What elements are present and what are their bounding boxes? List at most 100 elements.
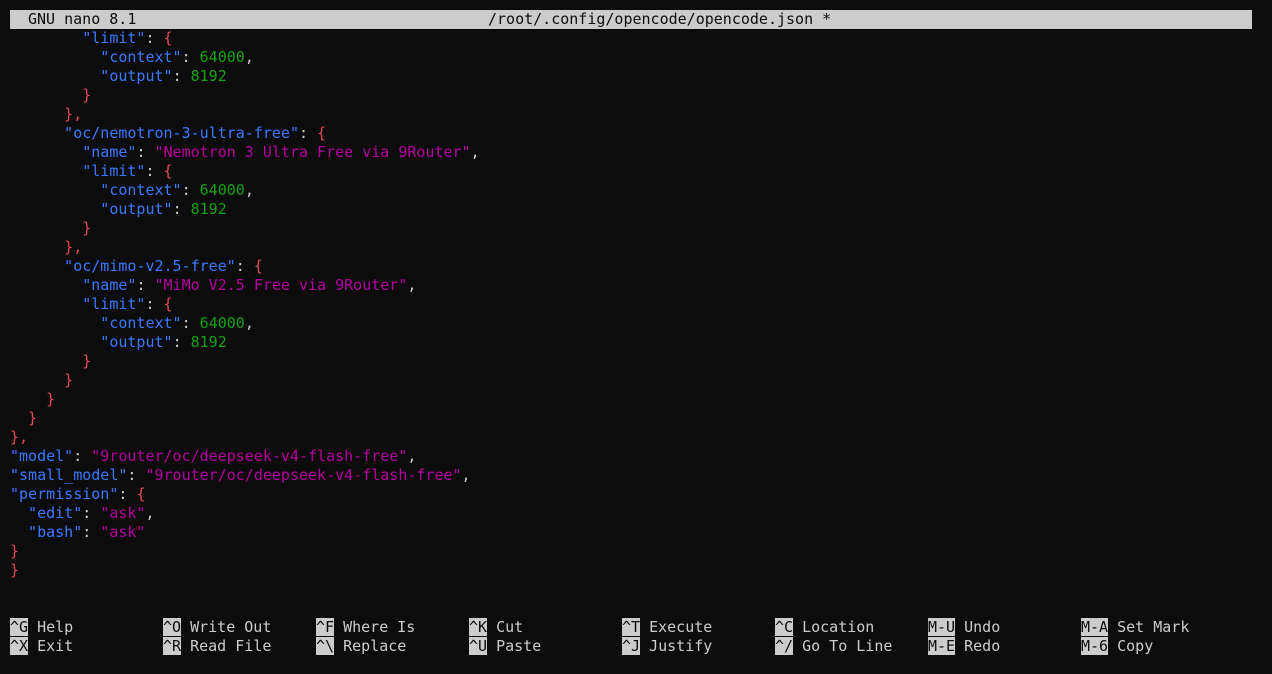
code-token: , (407, 447, 417, 465)
shortcut-key: M-U (928, 618, 956, 636)
code-token: }, (10, 428, 29, 446)
code-token: "limit" (10, 295, 146, 313)
shortcut-label: Justify (640, 637, 713, 655)
code-token: : (181, 314, 200, 332)
code-token: } (10, 409, 38, 427)
code-token: "context" (10, 48, 182, 66)
shortcut-key: ^C (775, 618, 794, 636)
code-token: } (10, 86, 92, 104)
file-path: /root/.config/opencode/opencode.json * (488, 10, 832, 28)
shortcut-label: Help (28, 618, 74, 636)
shortcut-go-to-line[interactable]: ^/ Go To Line (775, 637, 892, 656)
code-token: "bash" (10, 523, 83, 541)
code-token: : (172, 333, 191, 351)
code-line: "context": 64000, (10, 48, 1252, 67)
shortcut-undo[interactable]: M-U Undo (928, 618, 1000, 637)
shortcut-read-file[interactable]: ^R Read File (163, 637, 271, 656)
shortcut-exit[interactable]: ^X Exit (10, 637, 73, 656)
shortcut-write-out[interactable]: ^O Write Out (163, 618, 271, 637)
code-token: "9router/oc/deepseek-v4-flash-free" (91, 447, 408, 465)
shortcut-label: Exit (28, 637, 74, 655)
code-token: : (181, 48, 200, 66)
code-token: { (163, 295, 173, 313)
code-token: "context" (10, 314, 182, 332)
shortcut-cut[interactable]: ^K Cut (469, 618, 523, 637)
code-line: "bash": "ask" (10, 523, 1252, 542)
shortcut-replace[interactable]: ^\ Replace (316, 637, 406, 656)
code-token: "limit" (10, 162, 146, 180)
code-line: } (10, 371, 1252, 390)
code-token: "output" (10, 333, 173, 351)
code-token: "name" (10, 143, 137, 161)
code-line: } (10, 219, 1252, 238)
terminal-window: GNU nano 8.1 /root/.config/opencode/open… (0, 0, 1272, 674)
code-token: } (10, 371, 74, 389)
code-token: , (470, 143, 480, 161)
code-line: "small_model": "9router/oc/deepseek-v4-f… (10, 466, 1252, 485)
shortcut-where-is[interactable]: ^F Where Is (316, 618, 415, 637)
code-token: }, (10, 105, 83, 123)
code-line: } (10, 352, 1252, 371)
shortcut-label: Copy (1108, 637, 1154, 655)
code-token: { (163, 162, 173, 180)
shortcut-key: ^G (10, 618, 29, 636)
code-token: : (235, 257, 254, 275)
code-token: : (82, 504, 101, 522)
shortcut-key: ^K (469, 618, 488, 636)
code-token: } (10, 352, 92, 370)
code-token: : (136, 143, 155, 161)
code-line: } (10, 542, 1252, 561)
code-token: : (82, 523, 101, 541)
shortcut-key: ^F (316, 618, 335, 636)
code-token: "limit" (10, 29, 146, 47)
code-line: "limit": { (10, 295, 1252, 314)
code-line: "permission": { (10, 485, 1252, 504)
code-token: "name" (10, 276, 137, 294)
code-token: , (407, 276, 417, 294)
shortcut-label: Where Is (334, 618, 416, 636)
code-token: } (10, 390, 56, 408)
code-token: : (172, 67, 191, 85)
shortcut-copy[interactable]: M-6 Copy (1081, 637, 1153, 656)
code-token: : (136, 276, 155, 294)
code-token: "small_model" (10, 466, 128, 484)
shortcut-help[interactable]: ^G Help (10, 618, 73, 637)
shortcut-key: ^T (622, 618, 641, 636)
code-token: "Nemotron 3 Ultra Free via 9Router" (154, 143, 471, 161)
code-token: : (127, 466, 146, 484)
shortcut-paste[interactable]: ^U Paste (469, 637, 541, 656)
code-line: "context": 64000, (10, 314, 1252, 333)
shortcut-execute[interactable]: ^T Execute (622, 618, 712, 637)
shortcut-label: Location (793, 618, 875, 636)
code-token: , (461, 466, 471, 484)
code-line: }, (10, 428, 1252, 447)
code-line: "oc/mimo-v2.5-free": { (10, 257, 1252, 276)
code-line: "edit": "ask", (10, 504, 1252, 523)
code-token: } (10, 561, 20, 579)
shortcut-key: M-E (928, 637, 956, 655)
code-token: }, (10, 238, 83, 256)
shortcut-label: Undo (955, 618, 1001, 636)
shortcut-set-mark[interactable]: M-A Set Mark (1081, 618, 1189, 637)
code-line: } (10, 390, 1252, 409)
code-token: { (317, 124, 327, 142)
code-line: "model": "9router/oc/deepseek-v4-flash-f… (10, 447, 1252, 466)
code-token: : (298, 124, 318, 142)
shortcut-redo[interactable]: M-E Redo (928, 637, 1000, 656)
shortcut-key: ^U (469, 637, 488, 655)
code-line: "output": 8192 (10, 333, 1252, 352)
editor-buffer[interactable]: "limit": { "context": 64000, "output": 8… (10, 29, 1252, 580)
code-token: : (145, 29, 164, 47)
code-token: , (145, 504, 155, 522)
code-token: } (10, 219, 92, 237)
code-line: }, (10, 105, 1252, 124)
shortcut-justify[interactable]: ^J Justify (622, 637, 712, 656)
shortcut-location[interactable]: ^C Location (775, 618, 874, 637)
shortcut-key: ^/ (775, 637, 794, 655)
code-token: 8192 (190, 333, 227, 351)
code-token: : (181, 181, 200, 199)
code-line: "limit": { (10, 162, 1252, 181)
shortcut-label: Read File (181, 637, 272, 655)
shortcut-key: ^J (622, 637, 641, 655)
code-token: } (10, 542, 20, 560)
